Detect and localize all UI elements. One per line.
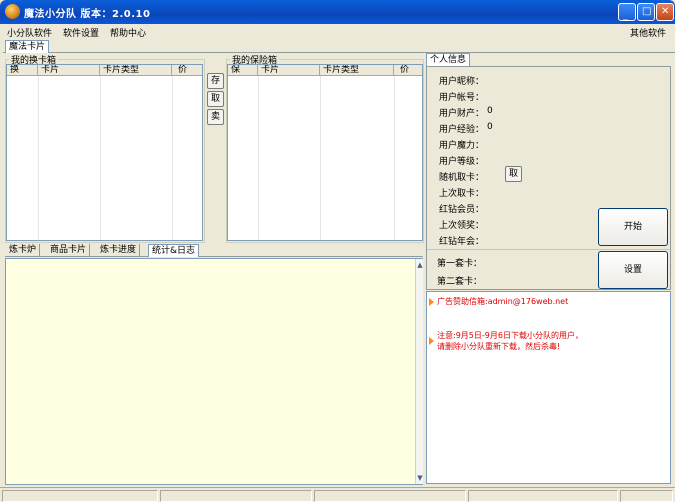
ad-panel: 广告赞助信箱:admin@176web.net 注意:9月5日-9月6日下载小分… [426, 291, 671, 484]
table-header: 换 卡片 卡片类型 价 [7, 65, 202, 76]
status-panel [314, 490, 466, 502]
column-header[interactable]: 价 [172, 65, 202, 76]
exchange-box-table[interactable]: 换 卡片 卡片类型 价 [6, 64, 203, 241]
ad-email-link[interactable]: 广告赞助信箱:admin@176web.net [437, 297, 568, 307]
info-label: 第一套卡： [437, 259, 483, 269]
column-header[interactable]: 卡片 [38, 65, 100, 76]
start-button[interactable]: 开始 [598, 208, 668, 246]
log-scrollbar[interactable]: ▲ ▼ [415, 259, 423, 484]
info-label: 用户等级： [439, 157, 485, 167]
status-panel [620, 490, 673, 502]
tab-product-cards[interactable]: 商品卡片 [47, 244, 91, 257]
status-panel [468, 490, 618, 502]
info-label: 上次取卡： [439, 189, 485, 199]
column-divider [320, 76, 321, 240]
arrow-icon [429, 298, 434, 306]
scroll-up-icon[interactable]: ▲ [416, 261, 424, 269]
menu-other-software[interactable]: 其他软件 [630, 26, 666, 39]
info-label: 用户财产： [439, 109, 485, 119]
info-divider [427, 249, 670, 250]
random-take-button[interactable]: 取 [505, 166, 522, 182]
info-label: 用户昵称： [439, 77, 485, 87]
column-header[interactable]: 保 [228, 65, 258, 76]
maximize-button[interactable]: □ [637, 3, 655, 21]
menu-help[interactable]: 帮助中心 [110, 26, 146, 39]
column-header[interactable]: 换 [7, 65, 38, 76]
status-panel [2, 490, 158, 502]
arrow-icon [429, 337, 434, 345]
column-header[interactable]: 价 [394, 65, 422, 76]
menu-bar [0, 24, 675, 39]
sell-button[interactable]: 卖 [207, 109, 224, 125]
take-button[interactable]: 取 [207, 91, 224, 107]
info-value: 0 [487, 106, 493, 116]
info-label: 用户帐号： [439, 93, 485, 103]
info-label: 用户魔力： [439, 141, 485, 151]
info-label: 红钻会员： [439, 205, 485, 215]
column-header[interactable]: 卡片类型 [100, 65, 172, 76]
info-label: 随机取卡： [439, 173, 485, 183]
info-label: 用户经验： [439, 125, 485, 135]
column-header[interactable]: 卡片 [258, 65, 320, 76]
tab-refine-progress[interactable]: 炼卡进度 [97, 244, 141, 257]
app-icon[interactable] [5, 4, 20, 19]
tab-refine-furnace[interactable]: 炼卡炉 [6, 244, 41, 257]
safe-box-table[interactable]: 保 卡片 卡片类型 价 [227, 64, 423, 241]
column-divider [258, 76, 259, 240]
info-value: 0 [487, 122, 493, 132]
settings-button[interactable]: 设置 [598, 251, 668, 289]
info-label: 第二套卡： [437, 277, 483, 287]
personal-info-panel: 用户昵称： 用户帐号： 用户财产： 0 用户经验： 0 用户魔力： 用户等级： … [426, 66, 671, 290]
info-label: 上次领奖： [439, 221, 485, 231]
table-header: 保 卡片 卡片类型 价 [228, 65, 422, 76]
window-title: 魔法小分队 版本：2.0.10 [24, 9, 151, 20]
column-divider [100, 76, 101, 240]
column-header[interactable]: 卡片类型 [320, 65, 394, 76]
maximize-icon: □ [642, 6, 652, 17]
tab-magic-cards[interactable]: 魔法卡片 [5, 40, 49, 53]
log-textarea[interactable]: ▲ ▼ [5, 258, 423, 485]
tab-personal-info[interactable]: 个人信息 [426, 53, 470, 66]
tab-stats-log[interactable]: 统计&日志 [148, 244, 200, 257]
column-divider [38, 76, 39, 240]
close-icon: ✕ [661, 6, 670, 17]
close-button[interactable]: ✕ [656, 3, 674, 21]
ad-notice-line: 注意:9月5日-9月6日下载小分队的用户， [437, 331, 583, 340]
menu-settings[interactable]: 软件设置 [63, 26, 99, 39]
ad-notice-line: 请删除小分队重新下载，然后杀毒! [437, 342, 561, 351]
menu-software[interactable]: 小分队软件 [7, 26, 52, 39]
scroll-down-icon[interactable]: ▼ [416, 474, 424, 482]
store-button[interactable]: 存 [207, 73, 224, 89]
column-divider [172, 76, 173, 240]
minimize-button[interactable]: _ [618, 3, 636, 21]
status-bar [0, 487, 675, 502]
minimize-icon: _ [623, 10, 628, 21]
info-label: 红钻年会： [439, 237, 485, 247]
tab-strip-line [3, 52, 675, 53]
column-divider [394, 76, 395, 240]
status-panel [160, 490, 312, 502]
